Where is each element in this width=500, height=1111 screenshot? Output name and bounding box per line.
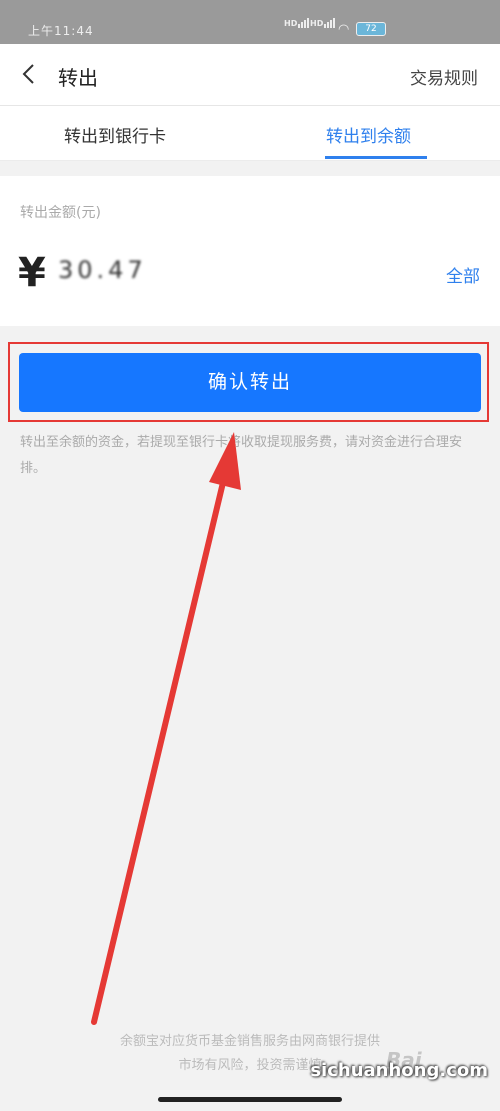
tab-to-balance[interactable]: 转出到余额 <box>326 122 411 147</box>
amount-label: 转出金额(元) <box>20 205 101 221</box>
battery-icon: 72 <box>356 22 386 36</box>
trade-rules-link[interactable]: 交易规则 <box>410 64 478 89</box>
site-watermark: sichuanhong.com <box>310 1060 488 1081</box>
tab-to-bank-card[interactable]: 转出到银行卡 <box>64 122 166 147</box>
page-title: 转出 <box>58 66 98 90</box>
amount-input[interactable]: 30.47 <box>58 256 147 284</box>
status-time: 上午11:44 <box>28 24 94 38</box>
all-amount-button[interactable]: 全部 <box>446 262 480 287</box>
signal-icon: HD <box>284 18 310 28</box>
nav-header: 转出 交易规则 <box>0 44 500 106</box>
transfer-tabs: 转出到银行卡 转出到余额 <box>0 106 500 161</box>
active-tab-indicator <box>325 156 427 159</box>
amount-card: 转出金额(元) ¥ 30.47 全部 <box>0 176 500 326</box>
currency-symbol: ¥ <box>18 250 46 296</box>
wifi-icon: ◠ <box>338 22 350 37</box>
status-bar: 上午11:44 HD HD ◠ 72 <box>0 0 500 44</box>
annotation-arrow <box>91 432 241 1025</box>
transfer-notice: 转出至余额的资金，若提现至银行卡将收取提现服务费，请对资金进行合理安排。 <box>20 435 463 476</box>
footer-line-1: 余额宝对应货币基金销售服务由网商银行提供 <box>119 1034 380 1049</box>
back-icon[interactable] <box>18 62 42 86</box>
annotation-highlight-box <box>8 342 489 422</box>
home-indicator[interactable] <box>158 1097 342 1102</box>
signal-icon-2: HD <box>310 18 336 28</box>
